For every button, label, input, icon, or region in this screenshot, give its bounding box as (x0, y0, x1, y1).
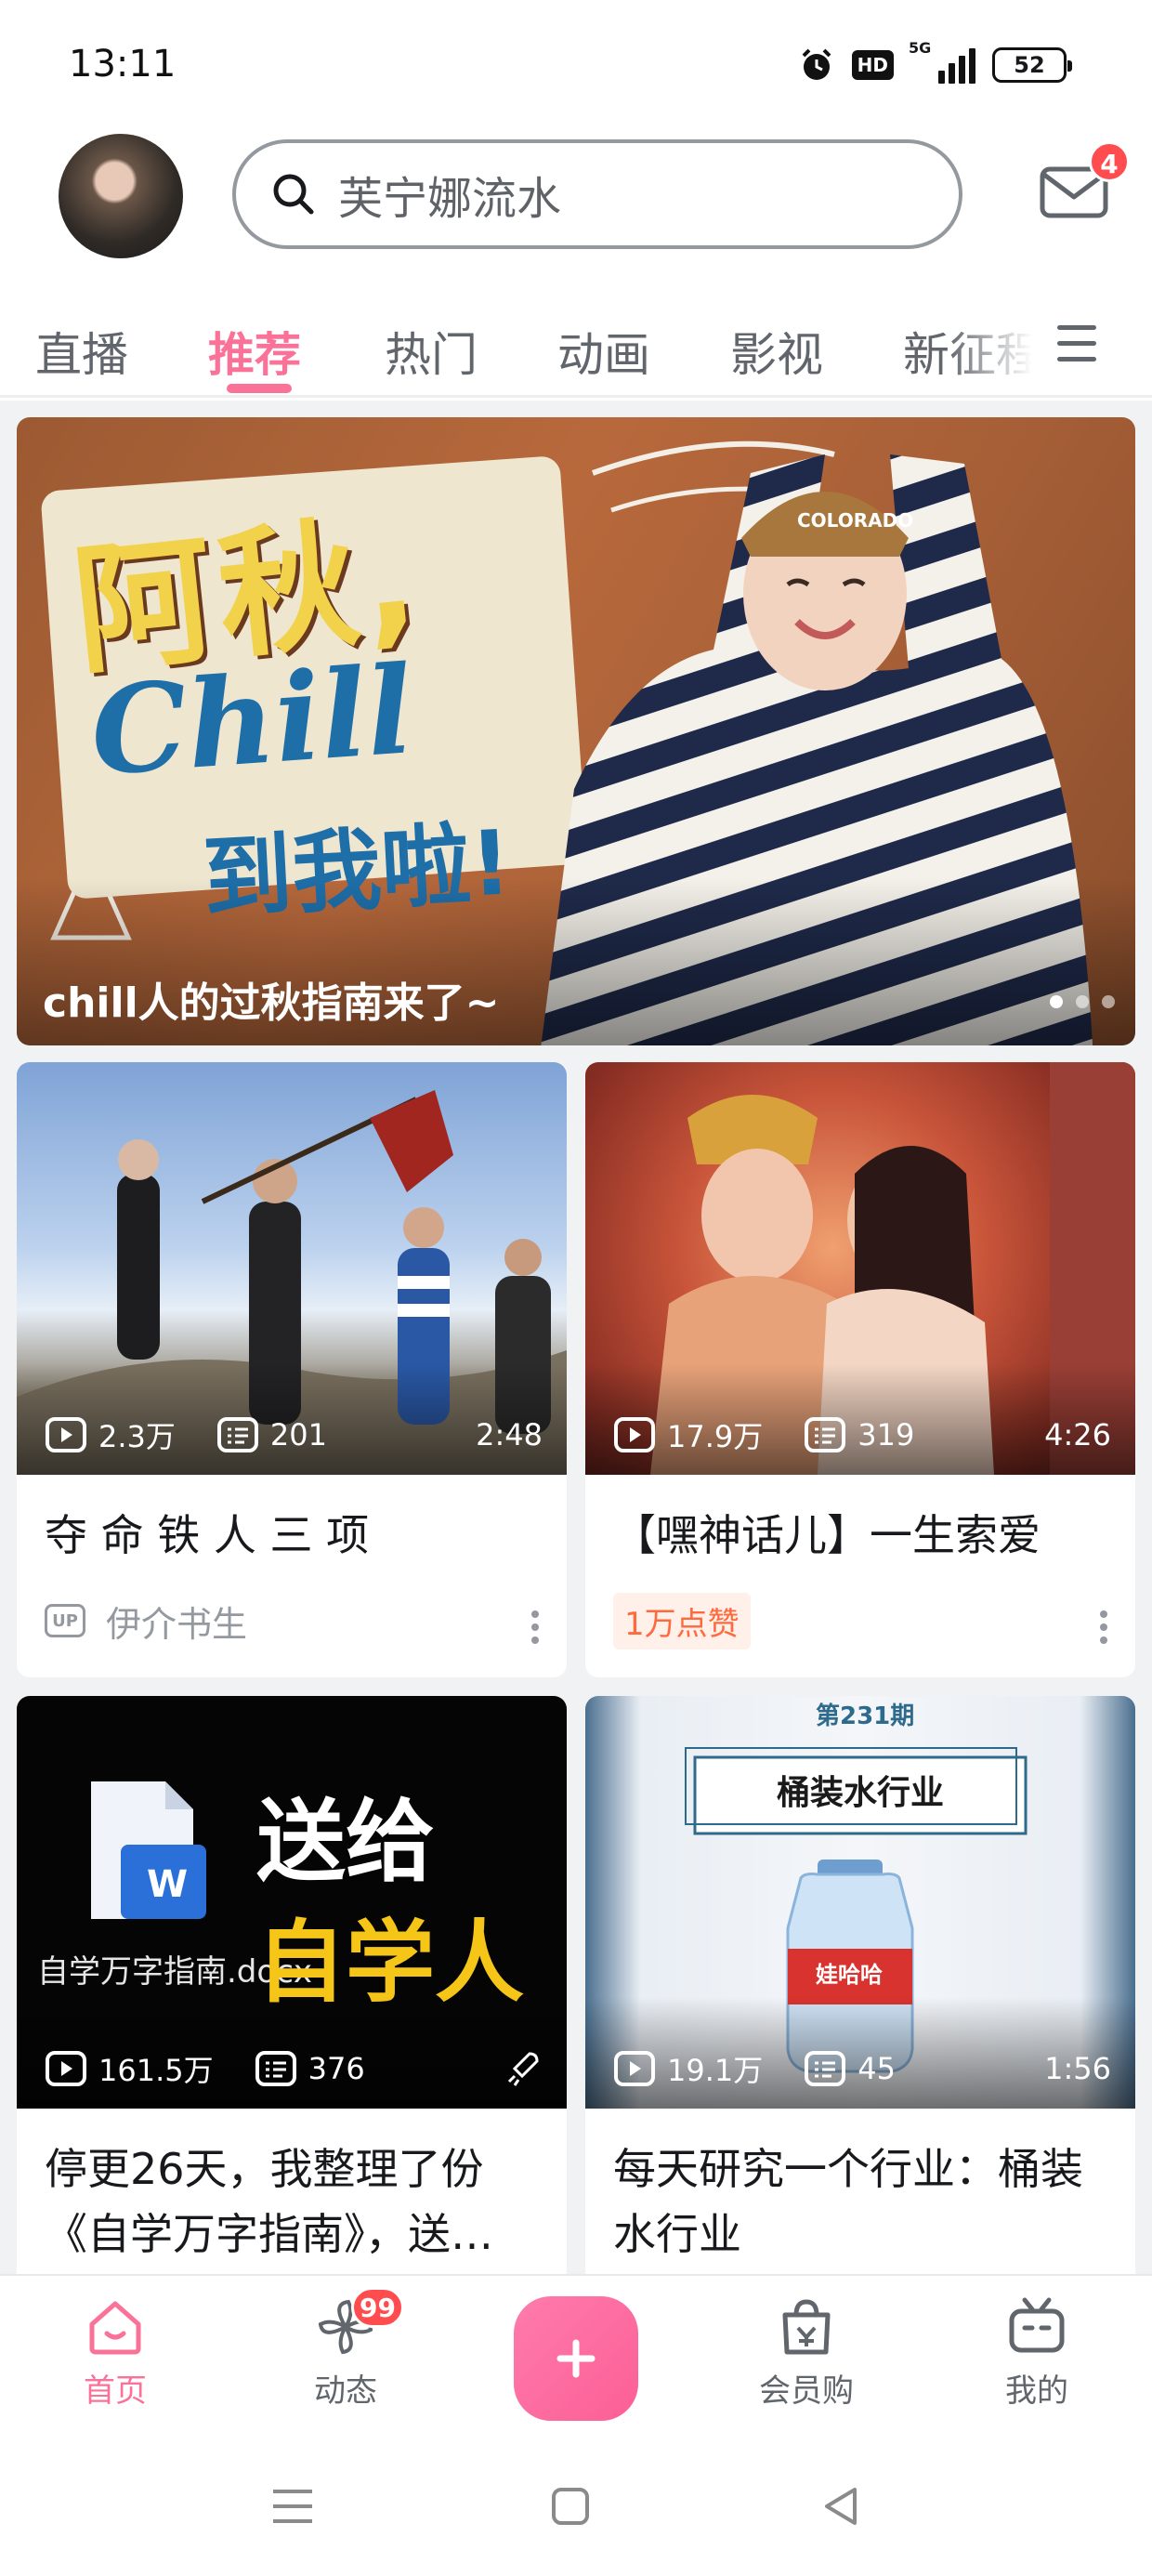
video-duration: 2:48 (476, 1417, 543, 1452)
nav-dynamic[interactable]: 99 动态 (271, 2287, 420, 2411)
signal-5g-icon: 5G (909, 39, 975, 84)
status-time: 13:11 (69, 43, 177, 85)
danmaku-count: 319 (857, 1417, 915, 1452)
video-stats: 19.1万 45 1:56 (613, 2047, 1111, 2090)
rocket-icon (507, 2052, 539, 2086)
play-count: 19.1万 (667, 2053, 764, 2088)
video-title: 【嘿神话儿】一生索爱 (613, 1510, 1041, 1560)
tab-film-tv[interactable]: 影视 (730, 318, 823, 385)
banner-caption: chill人的过秋指南来了~ (43, 979, 500, 1027)
video-stats: 2.3万 201 2:48 (45, 1413, 543, 1456)
search-bar[interactable]: 芙宁娜流水 (232, 139, 962, 249)
danmaku-count: 45 (857, 2051, 896, 2086)
video-duration: 4:26 (1044, 1417, 1111, 1452)
thumb-heading: 桶装水行业 (777, 1774, 944, 1812)
play-count: 17.9万 (667, 1419, 764, 1454)
pager-dot (1050, 995, 1063, 1008)
thumb-text-1: 送给 (256, 1790, 435, 1894)
search-icon (273, 174, 314, 215)
top-header: 芙宁娜流水 4 (0, 130, 1152, 262)
play-count-icon (614, 1417, 655, 1452)
video-card[interactable]: W 自学万字指南.docx 送给 自学人 161.5万 376 停更26天，我整… (17, 1696, 567, 2274)
home-square-icon[interactable] (550, 2486, 591, 2527)
video-thumbnail[interactable]: W 自学万字指南.docx 送给 自学人 161.5万 376 (17, 1696, 567, 2109)
danmaku-icon (255, 2051, 296, 2086)
category-tabs: 直播 推荐 热门 动画 影视 新征程 (0, 296, 1152, 398)
bottom-navigation: 首页 99 动态 会员购 我的 (0, 2274, 1152, 2438)
tab-menu-icon[interactable] (1057, 325, 1096, 362)
danmaku-icon (805, 1417, 846, 1452)
issue-number: 第231期 (816, 1702, 914, 1730)
play-count-icon (46, 2051, 86, 2086)
active-tab-indicator (227, 384, 292, 393)
more-options-icon[interactable] (531, 1610, 539, 1649)
video-feed: 阿秋, Chill 到我啦! COLORADO chill人的过秋指南来了~ 2… (0, 401, 1152, 2274)
pager-dot (1076, 995, 1089, 1008)
video-thumbnail[interactable]: 第231期 桶装水行业 娃哈哈 19.1万 45 1:56 (585, 1696, 1135, 2109)
post-button[interactable] (514, 2296, 638, 2421)
hd-icon: HD (851, 50, 894, 80)
video-duration: 1:56 (1044, 2051, 1111, 2086)
alarm-icon (802, 48, 831, 80)
bottle-label: 娃哈哈 (816, 1962, 883, 1988)
video-title: 每天研究一个行业：桶装水行业 (613, 2144, 1083, 2259)
video-meta: UP 伊介书生 (17, 1568, 567, 1661)
nav-vip-shop[interactable]: 会员购 (732, 2294, 881, 2411)
video-card[interactable]: 17.9万 319 4:26 【嘿神话儿】一生索爱 1万点赞 (585, 1062, 1135, 1677)
user-avatar[interactable] (59, 134, 183, 258)
shopping-bag-icon (782, 2299, 831, 2355)
danmaku-icon (216, 1417, 258, 1452)
danmaku-icon (805, 2051, 846, 2086)
mail-badge: 4 (1089, 141, 1130, 182)
author-name[interactable]: 伊介书生 (106, 1596, 247, 1647)
video-thumbnail[interactable]: 2.3万 201 2:48 (17, 1062, 567, 1475)
up-icon: UP (45, 1604, 85, 1637)
search-placeholder: 芙宁娜流水 (338, 173, 562, 225)
banner-pager (1050, 995, 1115, 1008)
more-options-icon[interactable] (1100, 1610, 1107, 1649)
video-title: 停更26天，我整理了份《自学万字指南》，送… (45, 2144, 493, 2259)
nav-badge: 99 (351, 2287, 404, 2328)
battery-icon: 52 (992, 47, 1072, 83)
promo-banner[interactable]: 阿秋, Chill 到我啦! COLORADO chill人的过秋指南来了~ (17, 417, 1135, 1045)
tab-animation[interactable]: 动画 (557, 318, 650, 385)
play-count-icon (46, 1417, 86, 1452)
nav-label: 首页 (84, 2372, 147, 2410)
battery-level: 52 (1014, 52, 1045, 78)
video-stats: 161.5万 376 (45, 2047, 543, 2090)
video-card[interactable]: 2.3万 201 2:48 夺 命 铁 人 三 项 UP 伊介书生 (17, 1062, 567, 1677)
video-card[interactable]: 第231期 桶装水行业 娃哈哈 19.1万 45 1:56 每天研究一个行业：桶… (585, 1696, 1135, 2274)
video-meta: 1万点赞 (585, 1568, 1135, 1661)
tv-face-icon (1009, 2297, 1065, 2353)
play-count: 2.3万 (98, 1419, 176, 1454)
system-navigation-bar (0, 2438, 1152, 2576)
tab-live[interactable]: 直播 (35, 318, 128, 385)
status-icons: HD 5G 52 (798, 39, 1072, 84)
status-bar: 13:11 HD 5G 52 (0, 0, 1152, 130)
nav-label: 会员购 (759, 2372, 854, 2410)
nav-mine[interactable]: 我的 (962, 2294, 1111, 2411)
danmaku-count: 376 (308, 2051, 365, 2086)
pager-dot (1102, 995, 1115, 1008)
video-thumbnail[interactable]: 17.9万 319 4:26 (585, 1062, 1135, 1475)
back-icon[interactable] (821, 2486, 862, 2527)
menu-icon[interactable] (269, 2486, 316, 2527)
video-stats: 17.9万 319 4:26 (613, 1413, 1111, 1456)
nav-label: 动态 (314, 2372, 377, 2410)
nav-label: 我的 (1005, 2372, 1068, 2410)
likes-tag: 1万点赞 (613, 1592, 751, 1649)
tab-recommend[interactable]: 推荐 (208, 318, 301, 385)
word-letter: W (147, 1863, 188, 1906)
play-count-icon (614, 2051, 655, 2086)
banner-art-chill: Chill (86, 638, 418, 803)
video-title: 夺 命 铁 人 三 项 (45, 1510, 370, 1560)
nav-home[interactable]: 首页 (41, 2294, 190, 2411)
tab-hot[interactable]: 热门 (385, 318, 478, 385)
play-count: 161.5万 (98, 2053, 214, 2088)
home-icon (89, 2301, 141, 2355)
cap-logo-text: COLORADO (797, 509, 913, 532)
plus-icon (556, 2339, 596, 2378)
danmaku-count: 201 (269, 1417, 327, 1452)
